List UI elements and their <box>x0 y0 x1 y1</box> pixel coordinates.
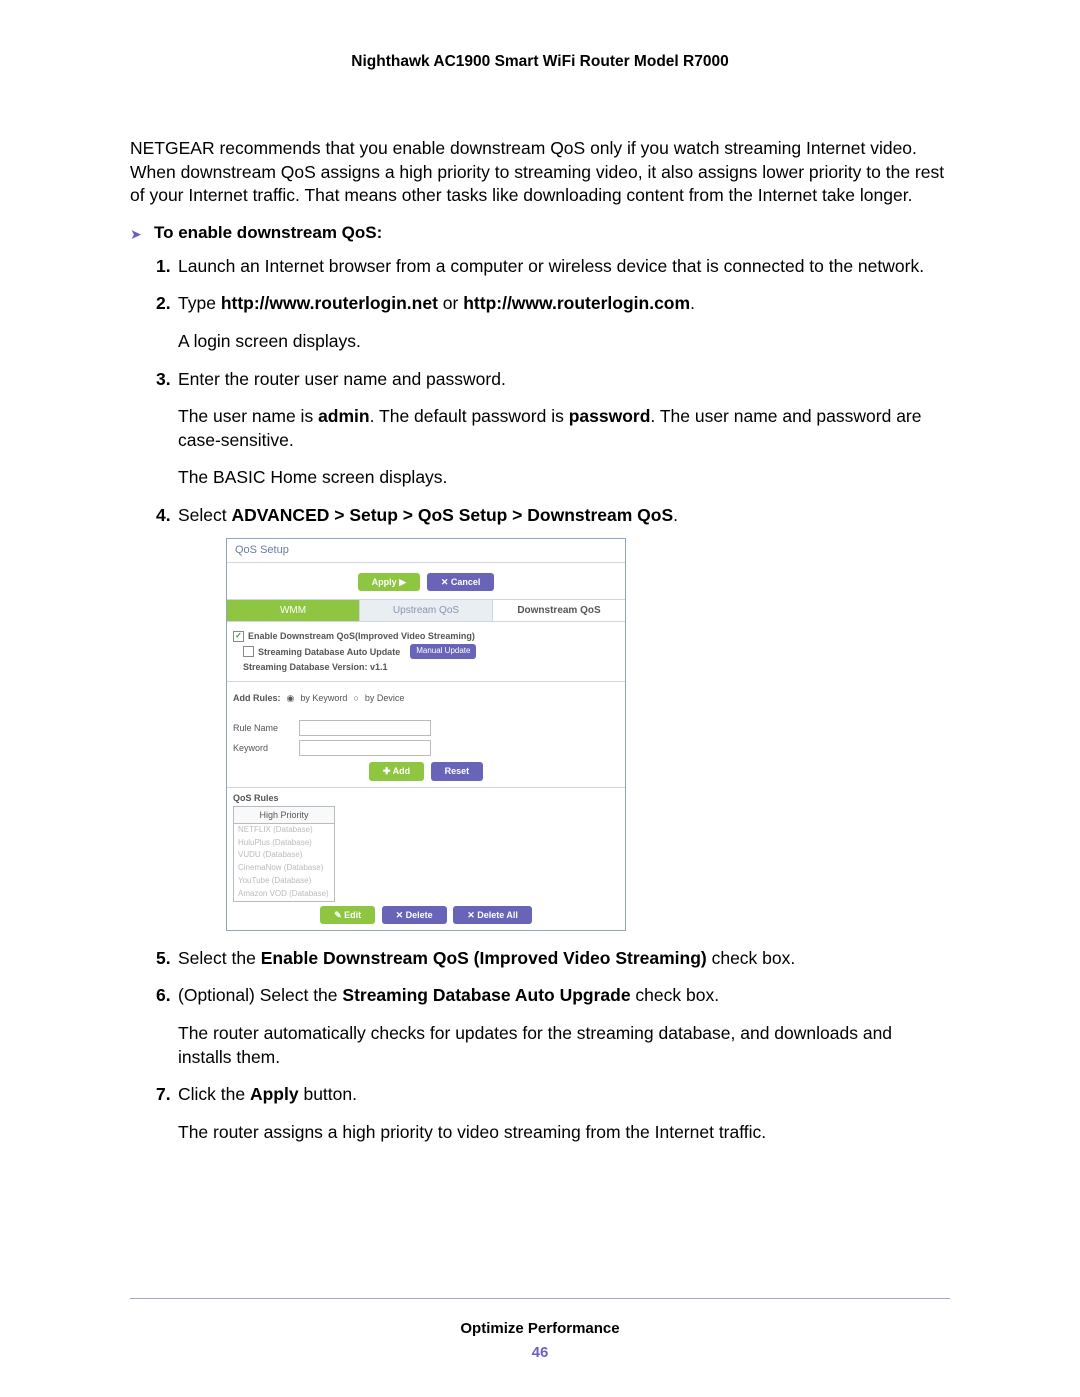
high-priority-header: High Priority <box>234 807 334 824</box>
list-item[interactable]: YouTube (Database) <box>234 875 334 888</box>
add-rules-label: Add Rules: <box>233 692 281 704</box>
footer-section: Optimize Performance <box>130 1319 950 1339</box>
subheading: To enable downstream QoS: <box>154 222 382 245</box>
step-5: 5. Select the Enable Downstream QoS (Imp… <box>156 947 950 971</box>
qos-screenshot: QoS Setup Apply ▶ ✕ Cancel WMM Upstream … <box>226 538 626 931</box>
list-item[interactable]: Amazon VOD (Database) <box>234 888 334 901</box>
by-device-radio[interactable]: ○ <box>353 692 358 704</box>
step-7-text: Click the Apply button. <box>178 1084 357 1104</box>
add-button[interactable]: ✚ Add <box>369 762 424 780</box>
step-2: 2. Type http://www.routerlogin.net or ht… <box>156 292 950 353</box>
list-item[interactable]: NETFLIX (Database) <box>234 824 334 837</box>
reset-button[interactable]: Reset <box>431 762 484 780</box>
step-3: 3. Enter the router user name and passwo… <box>156 368 950 491</box>
rulename-label: Rule Name <box>233 722 293 734</box>
step-4: 4. Select ADVANCED > Setup > QoS Setup >… <box>156 504 950 931</box>
list-item[interactable]: VUDU (Database) <box>234 849 334 862</box>
tab-upstream[interactable]: Upstream QoS <box>360 600 493 622</box>
cancel-button[interactable]: ✕ Cancel <box>427 573 495 591</box>
edit-button[interactable]: ✎ Edit <box>320 906 375 924</box>
step-5-text: Select the Enable Downstream QoS (Improv… <box>178 948 795 968</box>
keyword-input[interactable] <box>299 740 431 756</box>
enable-downstream-label: Enable Downstream QoS(Improved Video Str… <box>248 630 475 642</box>
step-3-text: Enter the router user name and password. <box>178 369 506 389</box>
step-6-note: The router automatically checks for upda… <box>178 1022 950 1069</box>
step-7: 7. Click the Apply button. The router as… <box>156 1083 950 1144</box>
tab-wmm[interactable]: WMM <box>227 600 360 622</box>
apply-button[interactable]: Apply ▶ <box>358 573 420 591</box>
enable-downstream-checkbox[interactable] <box>233 631 244 642</box>
step-2-note: A login screen displays. <box>178 330 950 354</box>
step-1: 1. Launch an Internet browser from a com… <box>156 255 950 279</box>
rulename-input[interactable] <box>299 720 431 736</box>
list-item[interactable]: HuluPlus (Database) <box>234 837 334 850</box>
step-2-text: Type http://www.routerlogin.net or http:… <box>178 293 695 313</box>
step-4-text: Select ADVANCED > Setup > QoS Setup > Do… <box>178 505 678 525</box>
step-6: 6. (Optional) Select the Streaming Datab… <box>156 984 950 1069</box>
tab-downstream[interactable]: Downstream QoS <box>493 600 625 622</box>
delete-button[interactable]: ✕ Delete <box>382 906 447 924</box>
manual-update-button[interactable]: Manual Update <box>410 644 476 659</box>
intro-paragraph: NETGEAR recommends that you enable downs… <box>130 137 950 208</box>
auto-update-checkbox[interactable] <box>243 646 254 657</box>
by-keyword-radio[interactable]: ◉ <box>287 692 295 704</box>
page-footer: Optimize Performance 46 <box>130 1298 950 1364</box>
delete-all-button[interactable]: ✕ Delete All <box>453 906 532 924</box>
footer-page-number: 46 <box>130 1343 950 1363</box>
auto-update-label: Streaming Database Auto Update <box>258 646 400 658</box>
step-6-text: (Optional) Select the Streaming Database… <box>178 985 719 1005</box>
page-header: Nighthawk AC1900 Smart WiFi Router Model… <box>130 52 950 73</box>
db-version-label: Streaming Database Version: v1.1 <box>243 661 388 673</box>
chevron-right-icon: ➤ <box>130 225 154 244</box>
qos-rules-label: QoS Rules <box>233 793 279 803</box>
step-7-note: The router assigns a high priority to vi… <box>178 1121 950 1145</box>
step-3-note2: The BASIC Home screen displays. <box>178 466 950 490</box>
step-3-note1: The user name is admin. The default pass… <box>178 405 950 452</box>
step-1-text: Launch an Internet browser from a comput… <box>178 256 924 276</box>
list-item[interactable]: CinemaNow (Database) <box>234 862 334 875</box>
keyword-label: Keyword <box>233 742 293 754</box>
high-priority-table: High Priority NETFLIX (Database) HuluPlu… <box>233 806 335 902</box>
qos-title: QoS Setup <box>227 539 625 563</box>
